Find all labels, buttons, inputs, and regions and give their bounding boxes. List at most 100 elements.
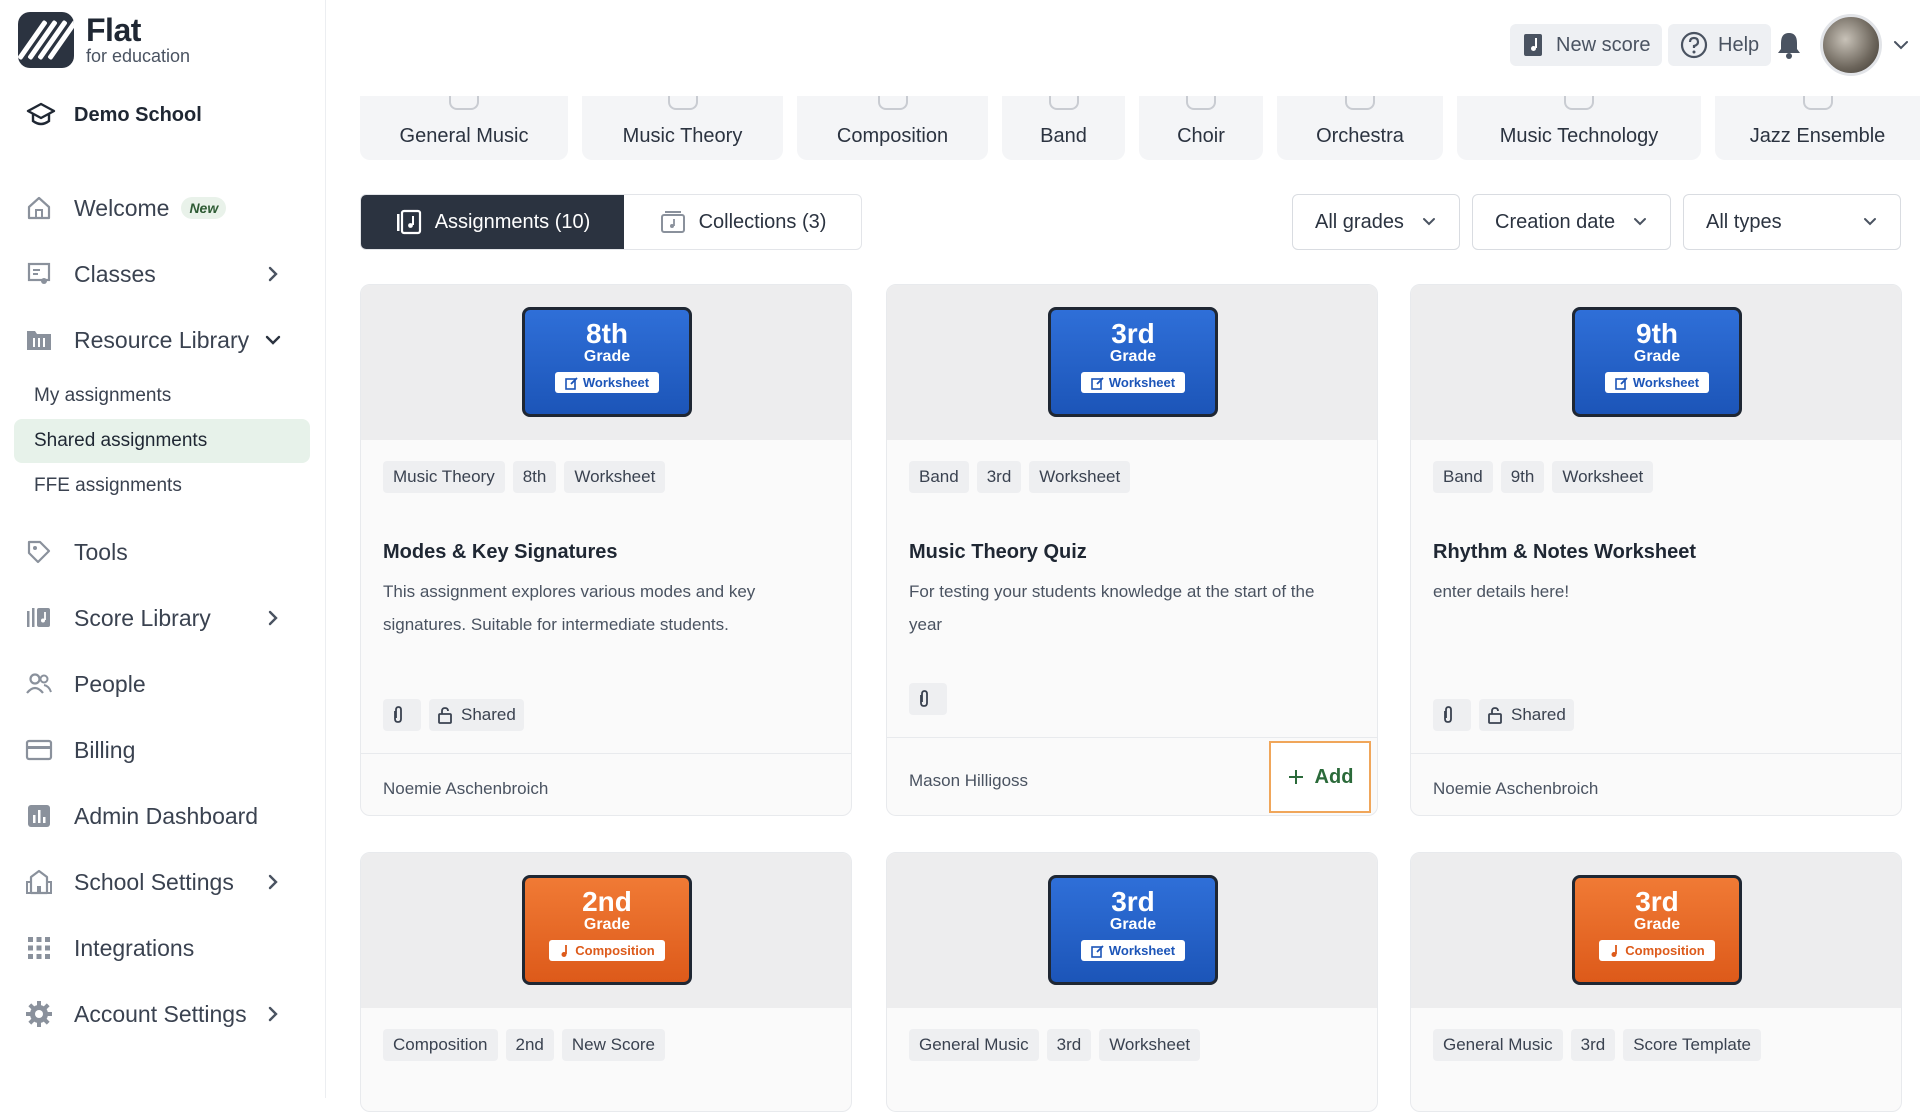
card-chip: Band [1433,461,1493,493]
category-tab-general-music[interactable]: General Music [360,96,568,160]
sidebar-item-label: Billing [74,736,136,763]
card-author: Noemie Aschenbroich [1433,779,1599,798]
tools-icon [27,540,51,564]
avatar[interactable] [1820,14,1882,76]
card-thumbnail-area: 3rd Grade Worksheet [887,853,1377,1008]
brand-subtitle: for education [86,46,191,66]
assignment-card[interactable]: 9th Grade Worksheet Band 9th Worksheet R… [1410,284,1902,816]
card-chip: 3rd [976,461,1022,493]
home-icon [27,196,51,220]
types-filter-value: All types [1706,210,1782,233]
sidebar-item-billing[interactable]: Billing [24,727,300,773]
sidebar-item-resource-library[interactable]: Resource Library [24,317,300,363]
shared-chip: Shared [1479,699,1574,731]
sidebar-item-welcome[interactable]: Welcome New [24,185,300,231]
card-thumbnail: 8th Grade Worksheet [522,307,692,417]
book-icon [667,96,698,110]
sidebar-item-label: Admin Dashboard [74,802,259,829]
sidebar-subitem-my-assignments[interactable]: My assignments [14,374,310,418]
assignments-toggle-button[interactable]: Assignments (10) [361,195,624,249]
new-score-button[interactable]: New score [1510,24,1663,66]
category-tab-music-technology[interactable]: Music Technology [1457,96,1701,160]
sidebar-item-school-settings[interactable]: School Settings [24,859,300,905]
card-thumbnail: 3rd Grade Composition [1572,875,1742,985]
grades-filter-value: All grades [1315,210,1404,233]
shared-label: Shared [1511,705,1566,724]
thumbnail-type-tag: Composition [549,940,665,961]
add-assignment-button[interactable]: Add [1269,741,1371,813]
thumbnail-grade: 8th [586,318,628,349]
sidebar-subitem-ffe-assignments[interactable]: FFE assignments [14,464,310,508]
card-chip: Music Theory [383,461,505,493]
types-filter-select[interactable]: All types [1683,194,1901,250]
chevron-right-icon [268,610,278,626]
card-chip: Worksheet [1552,461,1654,493]
assignment-card[interactable]: 3rd Grade Worksheet Band 3rd Worksheet M… [886,284,1378,816]
category-tab-composition[interactable]: Composition [797,96,988,160]
credit-card-icon [25,739,53,761]
category-tab-orchestra[interactable]: Orchestra [1277,96,1443,160]
library-icon [27,331,51,350]
sidebar-item-score-library[interactable]: Score Library [24,595,300,641]
sidebar-item-tools[interactable]: Tools [24,529,300,575]
help-button[interactable]: Help [1668,24,1772,66]
sidebar-item-label: Resource Library [74,326,250,353]
thumbnail-grade: 3rd [1635,886,1679,917]
card-chip: Worksheet [1099,1029,1201,1061]
category-tab-music-theory[interactable]: Music Theory [582,96,783,160]
grades-filter-select[interactable]: All grades [1292,194,1460,250]
category-tab-band[interactable]: Band [1002,96,1125,160]
category-label: Band [1040,125,1087,147]
chevron-down-icon [1634,218,1646,226]
category-tab-jazz-ensemble[interactable]: Jazz Ensemble [1715,96,1920,160]
assignment-card[interactable]: 2nd Grade Composition Composition 2nd Ne… [360,852,852,1112]
card-description: This assignment explores various modes a… [383,582,756,634]
sidebar-item-admin-dashboard[interactable]: Admin Dashboard [24,793,300,839]
card-author: Mason Hilligoss [909,771,1029,790]
sidebar-item-label: Tools [74,538,128,565]
category-tab-choir[interactable]: Choir [1139,96,1263,160]
assignment-card[interactable]: 3rd Grade Composition General Music 3rd … [1410,852,1902,1112]
assignment-card[interactable]: 3rd Grade Worksheet General Music 3rd Wo… [886,852,1378,1112]
music-note-icon [561,944,568,957]
sidebar-item-account-settings[interactable]: Account Settings [24,991,300,1037]
lock-icon [1488,707,1502,724]
sidebar-item-label: People [74,670,146,697]
school-switcher[interactable]: Demo School [26,102,202,128]
music-note-icon [877,96,908,110]
thumbnail-grade-word: Grade [583,916,631,933]
thumbnail-type-tag: Worksheet [554,372,660,393]
paperclip-icon [920,690,928,707]
sidebar-item-people[interactable]: People [24,661,300,707]
sort-select[interactable]: Creation date [1472,194,1671,250]
attachment-chip [1433,699,1471,731]
brand-title: Flat [86,12,141,48]
card-chip: 8th [512,461,557,493]
collections-toggle-button[interactable]: Collections (3) [624,195,861,249]
classes-icon [27,262,51,284]
chevron-down-icon [1864,218,1876,226]
flat-logo-icon [18,12,74,68]
edit-icon [565,376,578,390]
card-chip: Score Template [1623,1029,1761,1061]
sidebar-subitem-shared-assignments[interactable]: Shared assignments [14,419,310,463]
card-title: Modes & Key Signatures [383,541,618,563]
card-thumbnail: 3rd Grade Worksheet [1048,307,1218,417]
sidebar-item-classes[interactable]: Classes [24,251,300,297]
collections-toggle-label: Collections (3) [698,210,827,233]
edit-icon [1091,944,1104,958]
sidebar: Flat for education Demo School Welcome N… [0,0,326,1098]
sidebar-item-integrations[interactable]: Integrations [24,925,300,971]
chevron-down-icon[interactable] [1892,36,1910,54]
card-thumbnail: 2nd Grade Composition [522,875,692,985]
assignment-card[interactable]: 8th Grade Worksheet Music Theory 8th Wor… [360,284,852,816]
music-notes-icon [449,96,479,110]
thumbnail-type-tag: Worksheet [1080,372,1186,393]
shared-chip: Shared [429,699,524,731]
view-toggle: Assignments (10) Collections (3) [360,194,862,250]
bell-icon[interactable] [1775,30,1803,60]
new-score-icon [1524,34,1542,56]
brand-logo[interactable]: Flat for education [18,12,190,68]
thumbnail-type-tag: Worksheet [1080,940,1186,961]
score-library-icon [27,608,50,627]
